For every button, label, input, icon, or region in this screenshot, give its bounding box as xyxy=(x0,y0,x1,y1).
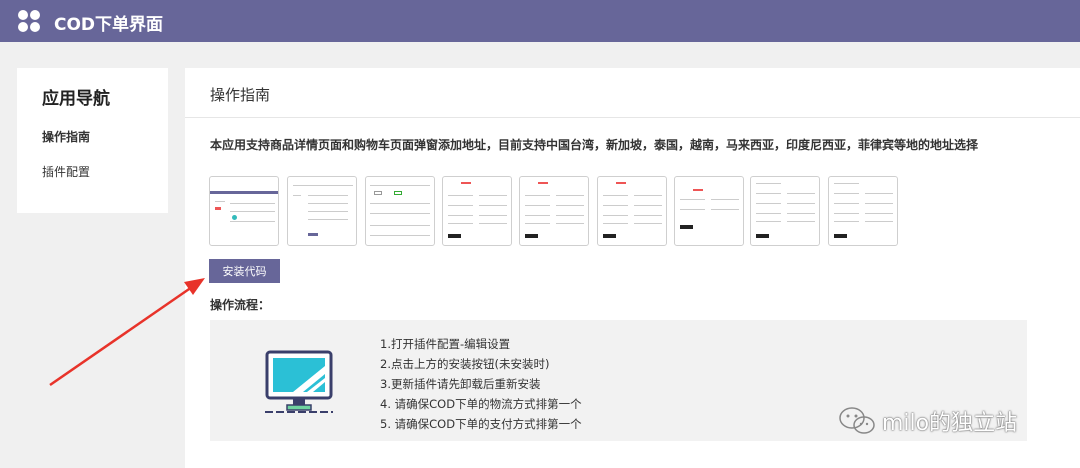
divider xyxy=(185,117,1080,118)
thumbnail-8[interactable] xyxy=(750,176,820,246)
watermark: milo的独立站 xyxy=(838,405,1017,437)
thumbnail-9[interactable] xyxy=(828,176,898,246)
steps-list: 1.打开插件配置-编辑设置 2.点击上方的安装按钮(未安装时) 3.更新插件请先… xyxy=(380,334,582,434)
monitor-icon xyxy=(265,350,333,413)
step-item: 4. 请确保COD下单的物流方式排第一个 xyxy=(380,397,582,411)
thumbnail-7[interactable] xyxy=(674,176,744,246)
step-item: 5. 请确保COD下单的支付方式排第一个 xyxy=(380,417,582,431)
sidebar: 应用导航 操作指南 插件配置 xyxy=(17,68,168,213)
step-item: 2.点击上方的安装按钮(未安装时) xyxy=(380,357,550,371)
thumbnail-1[interactable] xyxy=(209,176,279,246)
step-item: 3.更新插件请先卸载后重新安装 xyxy=(380,377,541,391)
description-text: 本应用支持商品详情页面和购物车页面弹窗添加地址，目前支持中国台湾，新加坡，泰国，… xyxy=(210,138,979,152)
thumbnail-4[interactable] xyxy=(442,176,512,246)
thumbnail-3[interactable] xyxy=(365,176,435,246)
thumbnail-5[interactable] xyxy=(519,176,589,246)
thumbnail-6[interactable] xyxy=(597,176,667,246)
install-code-button[interactable]: 安装代码 xyxy=(209,259,280,283)
app-logo-icon xyxy=(18,10,40,32)
wechat-icon xyxy=(839,407,875,434)
flow-label: 操作流程： xyxy=(210,298,271,312)
thumbnail-2[interactable] xyxy=(287,176,357,246)
sidebar-title: 应用导航 xyxy=(42,89,110,109)
step-item: 1.打开插件配置-编辑设置 xyxy=(380,337,511,351)
sidebar-item-plugin-config[interactable]: 插件配置 xyxy=(42,163,90,180)
page-title: 操作指南 xyxy=(210,86,271,104)
app-title: COD下单界面 xyxy=(54,15,164,35)
sidebar-item-guide[interactable]: 操作指南 xyxy=(42,128,90,145)
top-bar: COD下单界面 xyxy=(0,0,1080,42)
watermark-text: milo的独立站 xyxy=(882,411,1018,436)
